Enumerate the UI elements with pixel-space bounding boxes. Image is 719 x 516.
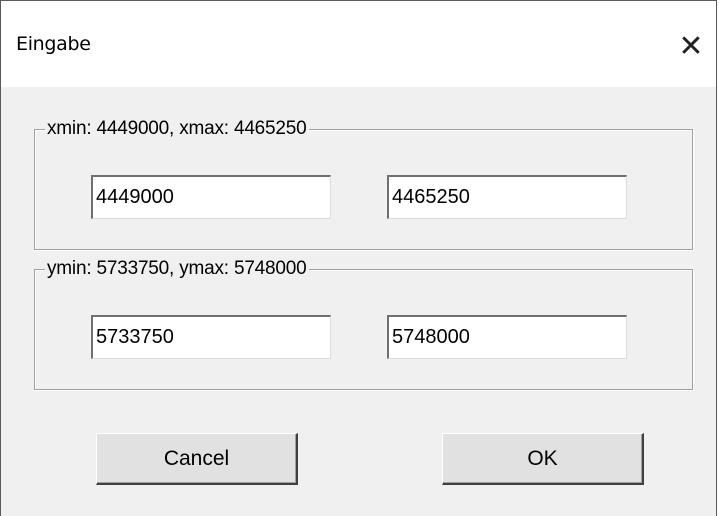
- xmax-input[interactable]: [387, 175, 627, 219]
- ok-button[interactable]: OK: [442, 433, 644, 485]
- ymax-input[interactable]: [387, 315, 627, 359]
- title-bar[interactable]: Eingabe ✕: [1, 1, 716, 87]
- ymin-input[interactable]: [91, 315, 331, 359]
- x-range-legend: xmin: 4449000, xmax: 4465250: [45, 116, 309, 142]
- cancel-button[interactable]: Cancel: [96, 433, 298, 485]
- input-dialog: Eingabe ✕ xmin: 4449000, xmax: 4465250 y…: [0, 0, 717, 516]
- x-range-group: xmin: 4449000, xmax: 4465250: [34, 116, 693, 250]
- window-title: Eingabe: [16, 33, 91, 55]
- y-range-group: ymin: 5733750, ymax: 5748000: [34, 256, 693, 390]
- close-icon[interactable]: ✕: [666, 21, 716, 71]
- y-range-legend: ymin: 5733750, ymax: 5748000: [45, 256, 309, 282]
- xmin-input[interactable]: [91, 175, 331, 219]
